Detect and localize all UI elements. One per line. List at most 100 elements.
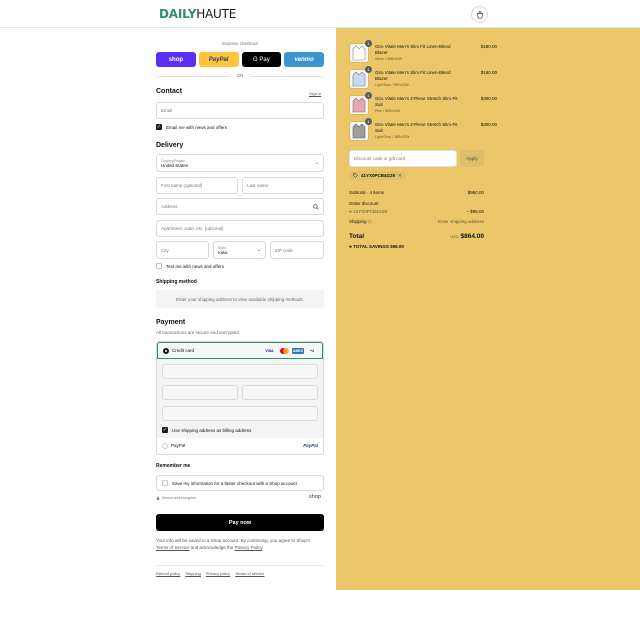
billing-checkbox-row[interactable]: ✓ Use shipping address as billing addres…	[162, 427, 251, 433]
terms-of-service-link[interactable]: Terms of service	[235, 571, 264, 576]
subtotal-label: Subtotal · 4 items	[349, 190, 385, 195]
card-details: ✓ Use shipping address as billing addres…	[157, 359, 323, 438]
privacy-policy-link[interactable]: Privacy policy	[206, 571, 230, 576]
remember-me-box[interactable]: Save my information for a faster checkou…	[156, 475, 324, 491]
save-info-checkbox[interactable]	[162, 480, 168, 486]
billing-checkbox[interactable]: ✓	[162, 427, 168, 433]
search-icon	[313, 204, 319, 210]
shipping-label: Shipping	[349, 219, 367, 224]
payment-methods: Credit card VISA AMEX +4 ✓ Use shipping …	[156, 341, 324, 455]
secure-label: Secure and encrypted	[162, 496, 197, 500]
state-value: Iowa	[218, 249, 228, 255]
sign-in-link[interactable]: Sign in	[309, 91, 321, 96]
city-field[interactable]: City	[156, 241, 209, 259]
credit-card-option[interactable]: Credit card VISA AMEX +4	[157, 342, 323, 359]
country-select[interactable]: Country/Region United States ⌄	[156, 154, 324, 172]
paypal-option[interactable]: PayPal PayPal	[157, 438, 323, 454]
last-name-field[interactable]: Last name	[242, 177, 324, 194]
card-number-field[interactable]	[162, 364, 318, 379]
item-price: $300.00	[480, 96, 497, 101]
expiration-field[interactable]	[162, 385, 238, 400]
paypal-button[interactable]: PayPal	[198, 52, 239, 67]
payment-title: Payment	[156, 319, 186, 326]
footer-divider	[156, 565, 324, 566]
google-pay-button[interactable]: G Pay	[241, 52, 282, 67]
order-discount-value: − $96.00	[466, 209, 484, 214]
chevron-down-icon: ⌄	[314, 160, 319, 166]
item-price: $180.00	[480, 44, 497, 49]
shipping-value: Enter shipping address	[437, 219, 484, 224]
order-discount-row: ⟡ 41YX0PCB4G29 − $96.00	[349, 209, 484, 214]
total-value: $864.00	[460, 233, 485, 240]
tag-icon	[353, 173, 358, 178]
total-row: Total USD $864.00	[349, 233, 484, 240]
quantity-badge: 1	[365, 40, 372, 47]
remove-discount-icon[interactable]: ✕	[398, 173, 402, 179]
email-field[interactable]: Email	[156, 102, 324, 119]
zip-field[interactable]: ZIP code	[270, 241, 324, 259]
line-item: 1 Giro Vitale Men's Slim Fit Linen-Blend…	[349, 40, 497, 65]
email-news-label: Email me with news and offers	[166, 124, 227, 130]
shopping-bag-icon	[476, 10, 483, 19]
discount-code-input[interactable]: Discount code or gift card	[349, 150, 457, 167]
venmo-button[interactable]: venmo	[284, 52, 324, 67]
item-price: $300.00	[480, 122, 497, 127]
contact-title: Contact	[156, 88, 183, 95]
payment-subtitle: All transactions are secure and encrypte…	[156, 330, 241, 335]
express-buttons: shop PayPal G Pay venmo	[156, 52, 324, 67]
paypal-label: PayPal	[171, 443, 186, 448]
item-variant: Light Blue / 38Rx32W	[375, 83, 409, 87]
amex-icon: AMEX	[292, 348, 304, 354]
address-placeholder: Address	[161, 204, 178, 209]
blazer-shape	[352, 71, 366, 87]
name-on-card-field[interactable]	[162, 406, 318, 421]
legal-line: Your info will be saved to a Shop accoun…	[156, 538, 311, 543]
quantity-badge: 1	[365, 66, 372, 73]
first-name-field[interactable]: First name (optional)	[156, 177, 238, 194]
address-field[interactable]: Address	[156, 198, 324, 215]
credit-card-label: Credit card	[172, 348, 195, 353]
line-item: 1 Giro Vitale Men's 2-Piece Stretch Slim…	[349, 92, 497, 117]
text-news-checkbox-row[interactable]: Text me with news and offers	[156, 263, 224, 269]
item-name: Giro Vitale Men's 2-Piece Stretch Slim-F…	[375, 96, 458, 107]
privacy-link[interactable]: Privacy Policy	[235, 545, 263, 550]
item-price: $180.00	[480, 70, 497, 75]
store-logo[interactable]: DAILYHAUTE	[159, 7, 236, 21]
secure-note: Secure and encrypted	[156, 496, 196, 500]
country-value: United States	[161, 162, 189, 168]
item-variant: Pink / 38Rx32W	[375, 109, 401, 113]
quantity-badge: 1	[365, 118, 372, 125]
suit-shape	[352, 123, 366, 139]
paypal-radio[interactable]	[162, 443, 168, 449]
shipping-method-message: Enter your shipping address to view avai…	[156, 290, 324, 308]
shop-pay-button[interactable]: shop	[156, 52, 196, 67]
total-label: Total	[349, 233, 365, 240]
legal-text: Your info will be saved to a Shop accoun…	[156, 537, 324, 551]
savings-value: $96.00	[390, 244, 404, 249]
email-news-checkbox-row[interactable]: ✓ Email me with news and offers	[156, 124, 227, 130]
cart-button[interactable]	[471, 6, 488, 23]
item-name: Giro Vitale Men's Slim Fit Linen-Blend B…	[375, 44, 451, 55]
state-select[interactable]: State Iowa ⌄	[213, 241, 266, 259]
info-icon[interactable]: ⓘ	[368, 219, 372, 224]
refund-policy-link[interactable]: Refund policy	[156, 571, 180, 576]
legal-end: .	[262, 545, 264, 550]
delivery-title: Delivery	[156, 142, 184, 149]
subtotal-row: Subtotal · 4 items $960.00	[349, 190, 484, 195]
pay-now-button[interactable]: Pay now	[156, 514, 324, 531]
security-code-field[interactable]	[242, 385, 318, 400]
shipping-link[interactable]: Shipping	[185, 571, 201, 576]
terms-link[interactable]: Terms of Service	[156, 545, 190, 550]
apply-discount-button[interactable]: Apply	[460, 150, 484, 167]
item-name: Giro Vitale Men's Slim Fit Linen-Blend B…	[375, 70, 451, 81]
save-info-row[interactable]: Save my information for a faster checkou…	[162, 480, 297, 486]
item-variant: Light Grey / 38Rx32W	[375, 135, 410, 139]
line-item: 1 Giro Vitale Men's Slim Fit Linen-Blend…	[349, 66, 497, 91]
order-summary: 1 Giro Vitale Men's Slim Fit Linen-Blend…	[336, 28, 640, 590]
apartment-field[interactable]: Apartment, suite, etc. (optional)	[156, 220, 324, 237]
suit-shape	[352, 97, 366, 113]
text-news-checkbox[interactable]	[156, 263, 162, 269]
email-news-checkbox[interactable]: ✓	[156, 124, 162, 130]
credit-card-radio[interactable]	[163, 348, 169, 354]
item-variant: White / 38Rx32W	[375, 57, 403, 61]
